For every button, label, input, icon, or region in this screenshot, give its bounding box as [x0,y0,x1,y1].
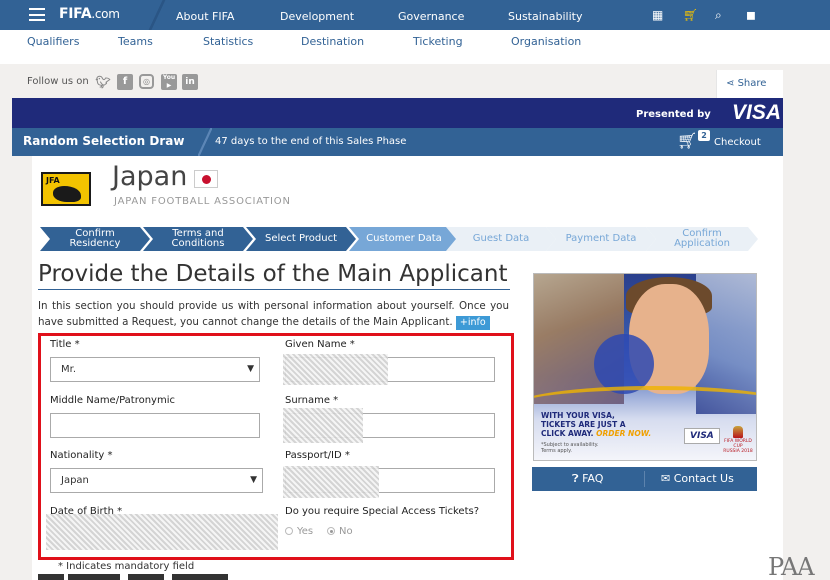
subnav-statistics[interactable]: Statistics [203,35,253,48]
trophy-icon [733,426,743,438]
visa-advertisement[interactable]: WITH YOUR VISA, TICKETS ARE JUST A CLICK… [533,273,757,461]
facebook-icon[interactable]: f [117,74,133,90]
ad-text: WITH YOUR VISA, TICKETS ARE JUST A CLICK… [541,411,652,438]
next-section-heading-cut [38,574,248,580]
checkout-link[interactable]: Checkout [714,137,761,148]
top-navbar: FIFA.com About FIFA Development Governan… [0,0,830,30]
nationality-label: Nationality * [50,450,113,461]
redacted-dob[interactable] [46,514,278,550]
faq-link[interactable]: ❓︎ FAQ [572,472,603,486]
special-access-yes[interactable]: Yes [285,526,313,537]
share-button[interactable]: ⋖ Share [716,70,783,98]
subnav-ticketing[interactable]: Ticketing [413,35,463,48]
mail-icon: ✉ [661,472,674,485]
subnav-teams[interactable]: Teams [118,35,153,48]
step-confirm-application: Confirm Application [646,227,758,251]
country-name: Japan [112,161,188,192]
days-remaining: 47 days to the end of this Sales Phase [215,136,407,147]
draw-title: Random Selection Draw [23,134,185,148]
youtube-icon[interactable]: You ▶ [161,74,177,90]
help-divider [644,471,645,487]
step-terms-conditions[interactable]: Terms and Conditions [143,227,253,251]
given-name-label: Given Name * [285,339,355,350]
twitter-icon[interactable]: 🐦︎ [95,74,111,90]
contact-us-link[interactable]: ✉ Contact Us [661,472,734,485]
subnav-destination[interactable]: Destination [301,35,364,48]
user-icon[interactable]: ◼ [746,8,756,22]
subnav-organisation[interactable]: Organisation [511,35,581,48]
nav-about-fifa[interactable]: About FIFA [176,10,234,23]
mandatory-note: * Indicates mandatory field [58,561,195,572]
sub-navbar: Qualifiers Teams Statistics Destination … [0,30,830,64]
menu-icon[interactable] [29,8,45,21]
fifa-logo[interactable]: FIFA.com [59,6,120,22]
intro-text: In this section you should provide us wi… [38,300,509,330]
title-select[interactable]: Mr. ▼ [50,357,260,382]
step-confirm-residency[interactable]: Confirm Residency [40,227,150,251]
paa-watermark: PAA [768,553,815,580]
association-name: JAPAN FOOTBALL ASSOCIATION [114,196,291,207]
chevron-down-icon: ▼ [250,475,257,485]
draw-status-bar: Random Selection Draw 47 days to the end… [12,128,783,156]
step-select-product[interactable]: Select Product [246,227,356,251]
title-label: Title * [50,339,80,350]
sponsor-bar: Presented by VISA [12,98,783,128]
radio-selected-icon [327,527,335,535]
step-customer-data[interactable]: Customer Data [349,227,459,251]
redacted-surname [283,408,363,443]
nav-governance[interactable]: Governance [398,10,464,23]
help-bar: ❓︎ FAQ ✉ Contact Us [532,467,757,491]
cart-count-badge: 2 [698,130,710,141]
redacted-given-name [283,354,388,385]
calendar-icon[interactable]: ▦ [652,8,663,22]
nav-development[interactable]: Development [280,10,354,23]
middle-name-label: Middle Name/Patronymic [50,395,175,406]
subnav-qualifiers[interactable]: Qualifiers [27,35,79,48]
special-access-label: Do you require Special Access Tickets? [285,506,480,517]
step-guest-data: Guest Data [446,227,556,251]
help-icon: ❓︎ [572,472,583,485]
japan-flag-icon [194,170,218,188]
more-info-button[interactable]: +info [455,316,490,330]
chevron-down-icon: ▼ [247,364,254,374]
checkout-cart-icon[interactable]: 🛒︎ [677,131,697,150]
passport-label: Passport/ID * [285,450,350,461]
page-title: Provide the Details of the Main Applican… [38,261,510,290]
search-icon[interactable]: ⌕ [715,8,722,23]
redacted-passport [283,466,379,498]
special-access-no[interactable]: No [327,526,353,537]
nationality-select[interactable]: Japan ▼ [50,468,263,493]
share-icon: ⋖ [726,78,738,89]
cart-icon[interactable]: 🛒︎ [683,8,698,22]
presented-by-label: Presented by [636,109,711,120]
middle-name-input[interactable] [50,413,260,438]
ad-fineprint: *Subject to availability. Terms apply. [541,442,599,454]
world-cup-emblem: FIFA WORLD CUP RUSSIA 2018 [723,426,753,454]
linkedin-icon[interactable]: in [182,74,198,90]
surname-label: Surname * [285,395,339,406]
ad-visa-logo: VISA [684,428,720,444]
radio-icon [285,527,293,535]
follow-us-label: Follow us on [27,76,89,87]
step-payment-data: Payment Data [546,227,656,251]
visa-logo: VISA [732,101,782,124]
instagram-icon[interactable]: ◎ [139,74,154,89]
jfa-badge: JFA [41,172,91,206]
draw-divider [198,128,212,156]
nav-sustainability[interactable]: Sustainability [508,10,582,23]
nav-divider [148,0,166,30]
